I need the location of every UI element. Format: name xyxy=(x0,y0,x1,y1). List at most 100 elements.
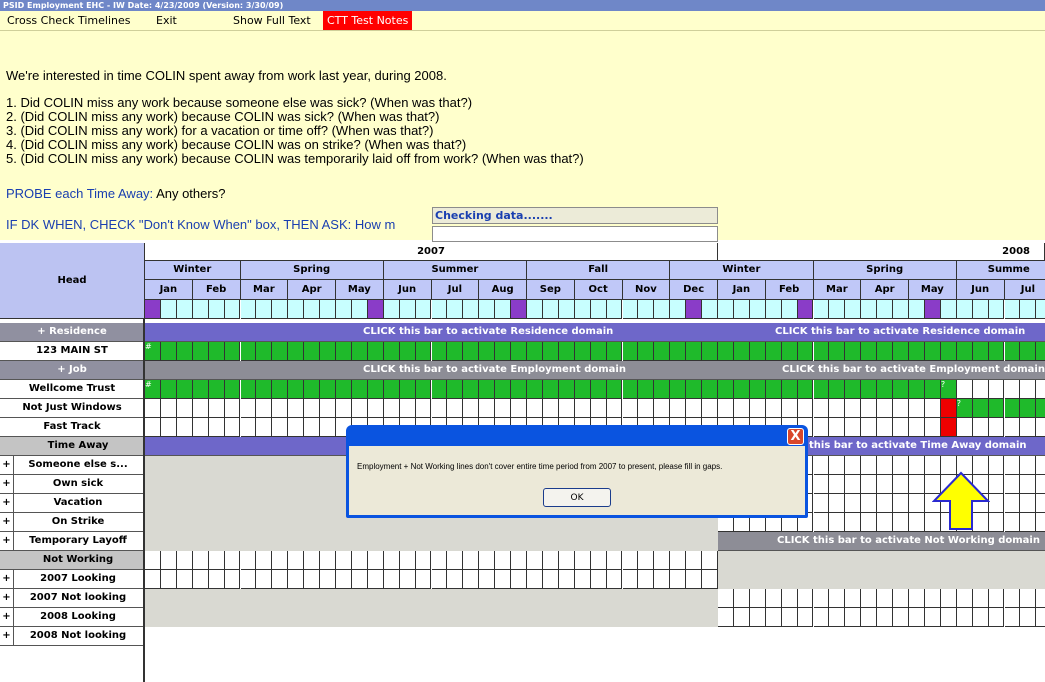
not-working-cell[interactable] xyxy=(479,551,496,570)
job-cell[interactable] xyxy=(527,380,543,399)
job-cell[interactable] xyxy=(861,418,878,437)
job-cell[interactable] xyxy=(1004,399,1021,418)
week-cell[interactable] xyxy=(351,300,368,319)
time-away-cell[interactable] xyxy=(877,513,894,532)
time-away-cell[interactable] xyxy=(829,456,846,475)
not-working-cell[interactable] xyxy=(304,551,321,570)
job-cell[interactable] xyxy=(463,380,480,399)
not-working-cell[interactable] xyxy=(495,570,512,589)
not-working-cell[interactable] xyxy=(909,589,925,608)
time-away-cell[interactable] xyxy=(845,475,862,494)
job-cell[interactable] xyxy=(160,380,177,399)
week-cell[interactable] xyxy=(861,300,878,319)
not-working-cell[interactable] xyxy=(304,570,321,589)
not-working-cell[interactable] xyxy=(924,589,941,608)
not-working-cell[interactable] xyxy=(670,551,687,570)
job-cell[interactable] xyxy=(320,418,336,437)
job-cell[interactable] xyxy=(590,380,607,399)
time-away-cell[interactable] xyxy=(829,494,846,513)
not-working-cell[interactable] xyxy=(383,570,400,589)
not-working-cell[interactable] xyxy=(686,551,703,570)
not-working-cell[interactable] xyxy=(1020,608,1037,627)
job-cell[interactable] xyxy=(415,380,432,399)
not-working-cell[interactable] xyxy=(511,551,527,570)
job-cell[interactable] xyxy=(733,399,750,418)
week-cell[interactable] xyxy=(336,300,352,319)
job-cell[interactable] xyxy=(829,380,846,399)
job-cell[interactable] xyxy=(240,399,257,418)
not-working-cell[interactable] xyxy=(972,589,989,608)
residence-cell[interactable] xyxy=(495,342,512,361)
residence-cell[interactable] xyxy=(988,342,1005,361)
job-cell[interactable] xyxy=(813,380,830,399)
job-cell[interactable] xyxy=(988,380,1005,399)
row-time-away-2[interactable]: + Own sick xyxy=(0,475,145,494)
time-away-cell[interactable] xyxy=(893,475,909,494)
job-cell[interactable] xyxy=(702,399,718,418)
week-cell[interactable] xyxy=(383,300,400,319)
job-cell[interactable] xyxy=(240,380,257,399)
not-working-cell[interactable] xyxy=(288,570,305,589)
not-working-cell[interactable] xyxy=(542,551,559,570)
job-cell[interactable] xyxy=(988,418,1005,437)
week-cell[interactable] xyxy=(622,300,639,319)
time-away-cell[interactable] xyxy=(1020,475,1037,494)
not-working-cell[interactable] xyxy=(336,570,352,589)
residence-cell[interactable] xyxy=(972,342,989,361)
week-cell[interactable] xyxy=(479,300,496,319)
time-away-cell[interactable] xyxy=(1004,513,1021,532)
time-away-cell[interactable] xyxy=(1020,513,1037,532)
job-cell[interactable] xyxy=(606,380,623,399)
job-cell[interactable] xyxy=(160,418,177,437)
residence-cell[interactable] xyxy=(542,342,559,361)
not-working-cell[interactable] xyxy=(622,570,639,589)
not-working-cell[interactable] xyxy=(829,608,846,627)
job-cell[interactable] xyxy=(160,399,177,418)
job-cell[interactable] xyxy=(495,399,512,418)
week-cell[interactable] xyxy=(304,300,321,319)
job-cell[interactable] xyxy=(192,418,209,437)
not-working-cell[interactable] xyxy=(1004,589,1021,608)
row-not-working-header[interactable]: Not Working xyxy=(0,551,145,570)
job-cell[interactable] xyxy=(956,380,973,399)
job-cell[interactable] xyxy=(479,380,496,399)
job-cell[interactable] xyxy=(1020,418,1037,437)
job-cell[interactable] xyxy=(749,399,766,418)
menu-ctt-notes[interactable]: CTT Test Notes xyxy=(323,11,413,30)
job-cell[interactable] xyxy=(542,399,559,418)
time-away-cell[interactable] xyxy=(845,494,862,513)
job-cell[interactable] xyxy=(320,380,336,399)
job-cell[interactable] xyxy=(399,399,416,418)
residence-cell[interactable] xyxy=(1004,342,1021,361)
not-working-cell[interactable] xyxy=(192,570,209,589)
week-cell[interactable] xyxy=(208,300,225,319)
row-job-1[interactable]: Wellcome Trust xyxy=(0,380,145,399)
job-cell[interactable] xyxy=(542,380,559,399)
residence-cell[interactable] xyxy=(956,342,973,361)
time-away-cell[interactable] xyxy=(1036,494,1045,513)
residence-cell[interactable] xyxy=(208,342,225,361)
job-cell[interactable] xyxy=(654,399,671,418)
job-cell[interactable] xyxy=(272,399,289,418)
job-cell[interactable] xyxy=(1020,399,1037,418)
row-time-away-5[interactable]: + Temporary Layoff xyxy=(0,532,145,551)
not-working-cell[interactable] xyxy=(558,551,575,570)
not-working-cell[interactable] xyxy=(972,608,989,627)
week-cell[interactable] xyxy=(272,300,289,319)
not-working-cell[interactable] xyxy=(447,570,464,589)
job-cell[interactable] xyxy=(686,380,703,399)
job-cell[interactable] xyxy=(877,380,894,399)
job-cell[interactable] xyxy=(718,399,734,418)
time-away-cell[interactable] xyxy=(1004,456,1021,475)
job-cell[interactable] xyxy=(877,399,894,418)
week-cell[interactable] xyxy=(813,300,830,319)
week-cell[interactable] xyxy=(956,300,973,319)
week-cell[interactable] xyxy=(224,300,241,319)
job-cell[interactable] xyxy=(829,418,846,437)
week-cell[interactable] xyxy=(654,300,671,319)
not-working-cell[interactable] xyxy=(956,608,973,627)
not-working-cell[interactable] xyxy=(272,570,289,589)
not-working-cell[interactable] xyxy=(208,570,225,589)
job-cell[interactable] xyxy=(304,380,321,399)
time-away-cell[interactable] xyxy=(813,475,830,494)
